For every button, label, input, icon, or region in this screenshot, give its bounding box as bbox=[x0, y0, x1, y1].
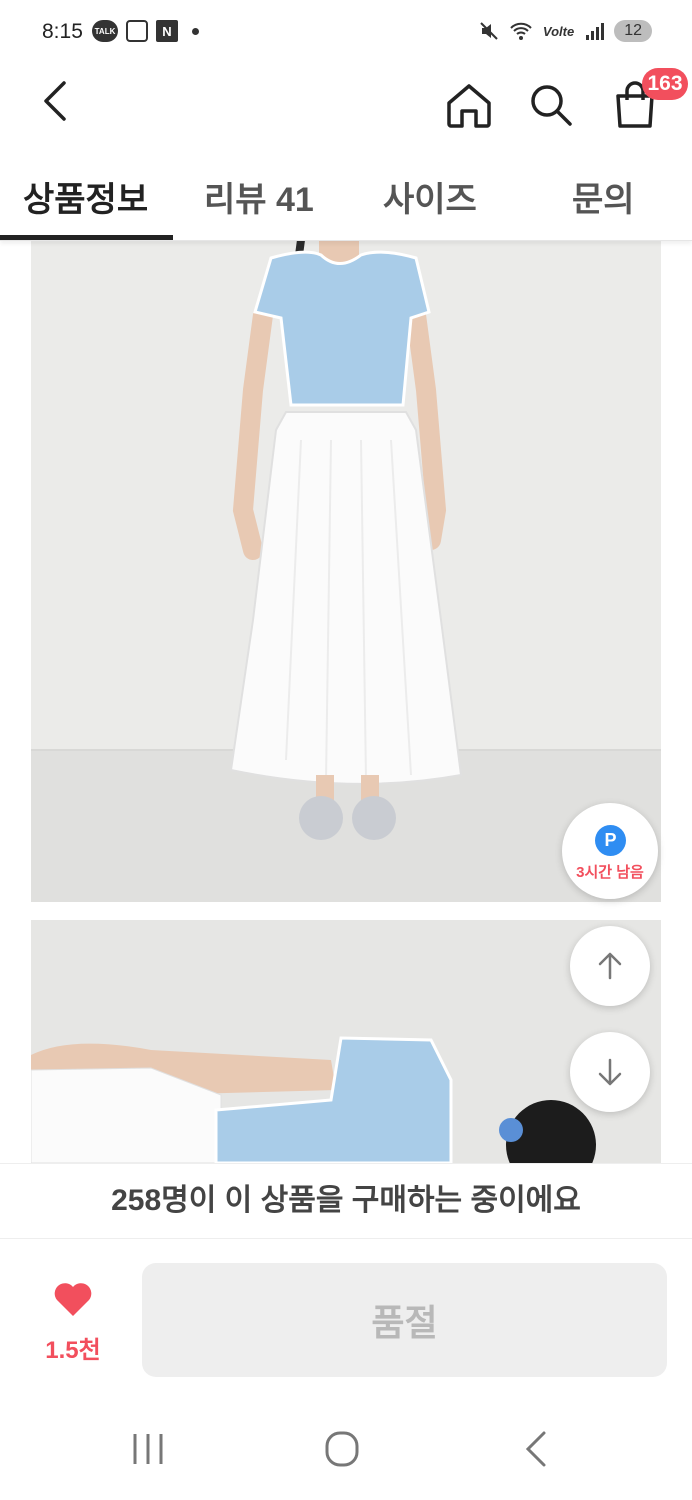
tab-reviews[interactable]: 리뷰 41 bbox=[204, 172, 314, 221]
buyers-count-banner: 258명이 이 상품을 구매하는 중이에요 bbox=[0, 1163, 692, 1239]
home-circle-icon[interactable] bbox=[324, 1430, 360, 1468]
point-reward-button[interactable]: P 3시간 남음 bbox=[562, 803, 658, 899]
signal-icon bbox=[586, 23, 605, 40]
battery-indicator: 12 bbox=[614, 20, 652, 42]
volte-icon: Volte bbox=[542, 23, 575, 39]
tab-size[interactable]: 사이즈 bbox=[383, 172, 477, 221]
system-back-icon[interactable] bbox=[524, 1430, 548, 1468]
notification-icons: TALK N bbox=[92, 20, 199, 42]
arrow-up-icon bbox=[598, 952, 622, 980]
purchase-action-bar: 1.5천 품절 bbox=[0, 1238, 692, 1400]
top-navigation bbox=[0, 68, 692, 138]
system-navigation-bar bbox=[0, 1400, 692, 1500]
tab-inquiry[interactable]: 문의 bbox=[572, 172, 635, 221]
wifi-icon bbox=[510, 22, 532, 40]
tab-product-info[interactable]: 상품정보 bbox=[23, 172, 148, 221]
recent-apps-icon[interactable] bbox=[130, 1432, 166, 1466]
scroll-down-button[interactable] bbox=[570, 1032, 650, 1112]
kakaotalk-icon: TALK bbox=[92, 20, 118, 42]
product-photo-lying bbox=[31, 920, 661, 1163]
product-photo-standing bbox=[31, 240, 661, 902]
point-time-remaining: 3시간 남음 bbox=[576, 864, 644, 881]
arrow-down-icon bbox=[598, 1058, 622, 1086]
back-button[interactable] bbox=[30, 76, 80, 126]
search-icon bbox=[531, 85, 572, 126]
like-button[interactable]: 1.5천 bbox=[30, 1278, 116, 1368]
search-button[interactable] bbox=[522, 76, 580, 134]
soldout-button[interactable]: 품절 bbox=[142, 1263, 667, 1377]
status-bar: 8:15 TALK N Volte 12 bbox=[0, 0, 692, 68]
mute-icon bbox=[480, 22, 498, 40]
like-count: 1.5천 bbox=[45, 1337, 101, 1364]
screenshot-icon bbox=[126, 20, 148, 42]
heart-icon bbox=[54, 1283, 92, 1316]
home-button[interactable] bbox=[440, 76, 498, 134]
product-tabs: 상품정보 리뷰 41 사이즈 문의 bbox=[0, 150, 692, 241]
more-notifications-icon bbox=[192, 27, 199, 35]
naver-icon: N bbox=[156, 20, 178, 42]
cart-count-badge: 163 bbox=[642, 68, 688, 100]
point-icon: P bbox=[595, 825, 626, 856]
chevron-left-icon bbox=[44, 81, 66, 121]
system-status-icons: Volte 12 bbox=[479, 20, 652, 42]
scroll-up-button[interactable] bbox=[570, 926, 650, 1006]
active-tab-indicator bbox=[0, 235, 173, 240]
home-icon bbox=[447, 84, 491, 128]
status-time: 8:15 bbox=[42, 20, 83, 43]
